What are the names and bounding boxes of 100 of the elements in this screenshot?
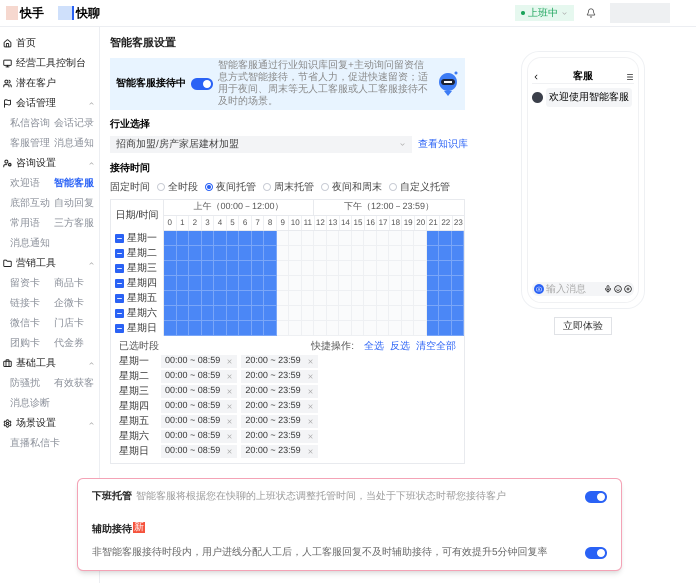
sidebar-item[interactable]: 会话管理 (0, 93, 99, 113)
time-slot[interactable] (239, 290, 252, 306)
sidebar-subitem[interactable]: 有效获客 (54, 373, 94, 393)
sidebar-subitem[interactable]: 商品卡 (54, 273, 94, 293)
sidebar-subitem[interactable]: 企微卡 (54, 293, 94, 313)
time-slot[interactable] (189, 320, 202, 336)
time-slot[interactable] (214, 320, 226, 336)
time-slot[interactable] (189, 230, 202, 246)
industry-select[interactable]: 招商加盟/房产家居建材加盟 (110, 136, 412, 152)
time-slot[interactable] (439, 246, 452, 260)
status-dropdown[interactable]: 上班中 (515, 5, 574, 21)
smiley-icon[interactable] (614, 285, 622, 293)
quick-action-link[interactable]: 反选 (390, 339, 410, 354)
time-slot[interactable] (439, 290, 452, 306)
time-slot[interactable] (164, 306, 176, 320)
time-slot[interactable] (214, 230, 226, 246)
radio-option[interactable]: 自定义托管 (389, 180, 450, 194)
time-slot[interactable] (239, 260, 252, 276)
time-slot[interactable] (439, 320, 452, 336)
remove-icon[interactable] (226, 418, 234, 424)
toggle-switch[interactable] (585, 546, 607, 558)
try-now-button[interactable]: 立即体验 (554, 317, 612, 335)
time-slot[interactable] (264, 260, 276, 276)
plus-icon[interactable] (624, 285, 632, 293)
sidebar-subitem[interactable]: 底部互动 (10, 193, 50, 213)
remove-icon[interactable] (226, 388, 234, 394)
time-slot[interactable] (439, 260, 452, 276)
remove-icon[interactable] (226, 432, 234, 440)
sidebar-subitem[interactable]: 欢迎语 (10, 173, 50, 193)
time-slot[interactable] (189, 276, 202, 290)
toggle-switch[interactable] (191, 78, 213, 90)
checkbox[interactable] (115, 308, 124, 318)
checkbox[interactable] (115, 294, 124, 302)
sidebar-subitem[interactable]: 链接卡 (10, 293, 50, 313)
checkbox[interactable] (115, 278, 124, 288)
remove-icon[interactable] (306, 402, 314, 410)
remove-icon[interactable] (306, 388, 314, 394)
remove-icon[interactable] (306, 448, 314, 454)
remove-icon[interactable] (226, 402, 234, 410)
time-slot[interactable] (164, 246, 176, 260)
time-slot[interactable] (264, 290, 276, 306)
sidebar-subitem[interactable]: 留资卡 (10, 273, 50, 293)
knowledge-base-link[interactable]: 查看知识库 (418, 136, 468, 152)
sidebar-subitem[interactable]: 三方客服 (54, 213, 94, 233)
sidebar-subitem[interactable]: 团购卡 (10, 333, 50, 353)
sidebar-item[interactable]: 营销工具 (0, 253, 99, 273)
checkbox[interactable] (115, 248, 124, 258)
sidebar-item[interactable]: 潜在客户 (0, 73, 99, 93)
checkbox[interactable] (115, 324, 124, 332)
sidebar-subitem[interactable]: 会话记录 (54, 113, 94, 133)
time-slot[interactable] (214, 306, 226, 320)
time-slot[interactable] (439, 306, 452, 320)
camera-button[interactable] (534, 284, 544, 294)
sidebar-subitem[interactable]: 消息诊断 (10, 393, 50, 413)
remove-icon[interactable] (306, 432, 314, 440)
time-slot[interactable] (189, 260, 202, 276)
sidebar-subitem[interactable]: 微信卡 (10, 313, 50, 333)
time-slot[interactable] (239, 320, 252, 336)
toggle-switch[interactable] (585, 490, 607, 502)
sidebar-subitem[interactable]: 消息通知 (10, 233, 50, 253)
sidebar-item[interactable]: 经营工具控制台 (0, 53, 99, 73)
sidebar-subitem[interactable]: 直播私信卡 (10, 433, 60, 453)
sidebar-subitem[interactable]: 防骚扰 (10, 373, 50, 393)
time-slot[interactable] (239, 306, 252, 320)
sidebar-subitem[interactable]: 门店卡 (54, 313, 94, 333)
sidebar-item[interactable]: 基础工具 (0, 353, 99, 373)
time-slot[interactable] (164, 230, 176, 246)
remove-icon[interactable] (226, 358, 234, 364)
time-slot[interactable] (239, 276, 252, 290)
time-slot[interactable] (264, 246, 276, 260)
sidebar-item[interactable]: 咨询设置 (0, 153, 99, 173)
time-slot[interactable] (264, 230, 276, 246)
sidebar-subitem[interactable]: 私信咨询 (10, 113, 50, 133)
radio-option[interactable]: 全时段 (157, 180, 198, 194)
remove-icon[interactable] (306, 372, 314, 380)
time-slot[interactable] (264, 320, 276, 336)
quick-action-link[interactable]: 清空全部 (416, 339, 456, 354)
quick-action-link[interactable]: 全选 (364, 339, 384, 354)
sidebar-subitem[interactable]: 自动回复 (54, 193, 94, 213)
time-slot[interactable] (189, 290, 202, 306)
time-slot[interactable] (164, 320, 176, 336)
checkbox[interactable] (115, 234, 124, 242)
time-slot[interactable] (264, 276, 276, 290)
time-slot[interactable] (164, 290, 176, 306)
sidebar-subitem[interactable]: 代金券 (54, 333, 94, 353)
remove-icon[interactable] (306, 418, 314, 424)
remove-icon[interactable] (306, 358, 314, 364)
time-slot[interactable] (439, 230, 452, 246)
time-slot[interactable] (164, 276, 176, 290)
back-icon[interactable] (532, 72, 540, 80)
radio-option[interactable]: 夜间和周末 (321, 180, 382, 194)
time-slot[interactable] (239, 230, 252, 246)
time-slot[interactable] (214, 260, 226, 276)
time-slot[interactable] (214, 246, 226, 260)
sidebar-item[interactable]: 场景设置 (0, 413, 99, 433)
sidebar-item[interactable]: 首页 (0, 33, 99, 53)
radio-option[interactable]: 夜间托管 (205, 180, 256, 194)
time-slot[interactable] (239, 246, 252, 260)
time-slot[interactable] (189, 246, 202, 260)
time-slot[interactable] (264, 306, 276, 320)
